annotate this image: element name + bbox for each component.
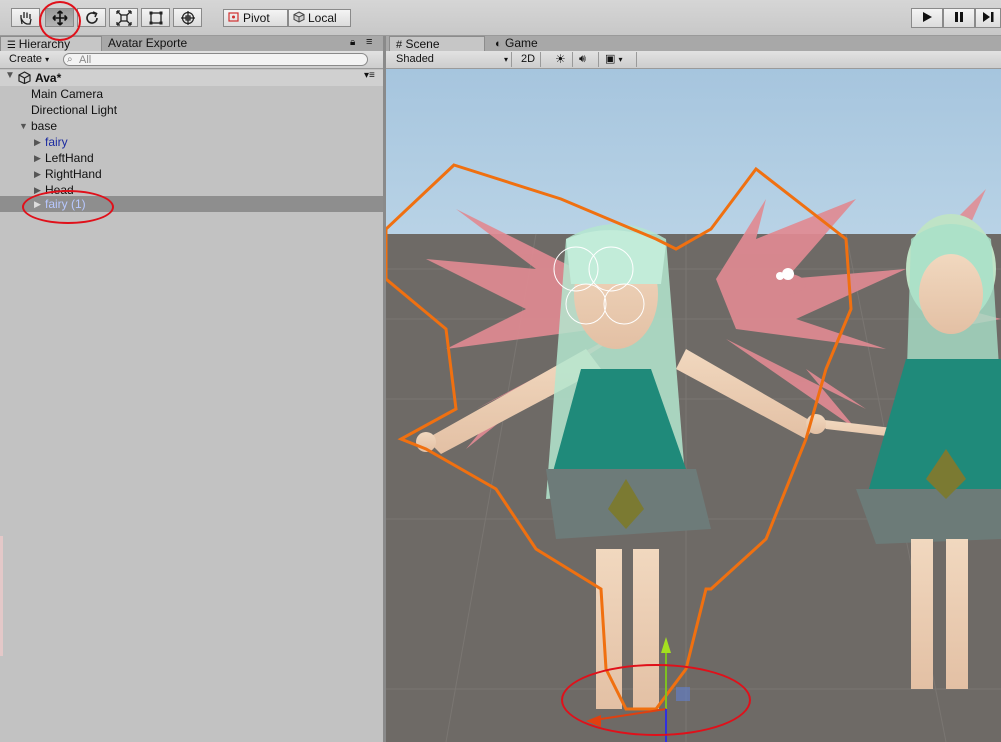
tab-scene[interactable]: # Scene xyxy=(389,36,485,51)
list-item-label: RightHand xyxy=(45,167,102,181)
collapse-triangle-icon[interactable]: ▶ xyxy=(34,150,41,166)
list-item-main-camera[interactable]: Main Camera xyxy=(0,86,383,102)
chevron-down-icon: ▾ xyxy=(618,55,623,64)
search-icon: ⌕ xyxy=(67,54,73,65)
local-toggle[interactable]: Local xyxy=(288,9,351,27)
list-item-label: Head xyxy=(45,183,74,194)
scene-panel: # Scene ◐ Game Shaded ▾ 2D ☀ 🔊︎ ▣ ▾ xyxy=(386,36,1001,742)
list-item-lefthand[interactable]: ▶ LeftHand xyxy=(0,150,383,166)
scene-menu-icon[interactable]: ▾≡ xyxy=(364,70,375,81)
rect-icon xyxy=(148,10,164,26)
scene-tabbar: # Scene ◐ Game xyxy=(386,36,1001,51)
search-placeholder: All xyxy=(79,54,92,66)
local-icon xyxy=(293,10,305,26)
list-icon: ☰ xyxy=(7,40,19,51)
list-item-fairy[interactable]: ▶ fairy xyxy=(0,134,383,150)
hierarchy-search-input[interactable]: ⌕ All xyxy=(63,53,368,66)
pivot-label: Pivot xyxy=(243,11,270,25)
list-item-label: Main Camera xyxy=(31,87,104,101)
hierarchy-controls: Create ▾ ⌕ All xyxy=(0,51,383,69)
rect-tool-button[interactable] xyxy=(141,8,170,27)
move-tool-button[interactable] xyxy=(45,8,74,27)
transform-tool-button[interactable] xyxy=(173,8,202,27)
mode-2d-label: 2D xyxy=(521,53,536,65)
list-item-label: fairy xyxy=(45,135,68,149)
hand-tool-button[interactable] xyxy=(11,8,40,27)
list-item-base[interactable]: ▼ base xyxy=(0,118,383,134)
rotate-tool-button[interactable] xyxy=(77,8,106,27)
list-item-righthand[interactable]: ▶ RightHand xyxy=(0,166,383,182)
shading-mode-dropdown[interactable]: Shaded ▾ xyxy=(392,52,512,67)
unity-logo-icon xyxy=(18,71,31,87)
image-icon: ▣ xyxy=(605,53,616,65)
hierarchy-tabbar: ☰ Hierarchy Avatar Exporte 🔒︎ ≡ xyxy=(0,36,383,51)
pause-icon xyxy=(953,11,965,26)
collapse-triangle-icon[interactable]: ▶ xyxy=(34,196,41,212)
tab-hierarchy-label: Hierarchy xyxy=(18,37,71,51)
list-item-label: fairy (1) xyxy=(45,197,86,211)
shading-mode-value: Shaded xyxy=(396,53,434,65)
local-label: Local xyxy=(308,11,337,25)
audio-toggle[interactable]: 🔊︎ xyxy=(575,52,599,67)
mode-2d-button[interactable]: 2D xyxy=(517,52,541,67)
collapse-triangle-icon[interactable]: ▶ xyxy=(34,166,41,182)
main-toolbar: Pivot Local xyxy=(0,0,1001,36)
tab-hierarchy[interactable]: ☰ Hierarchy xyxy=(0,36,102,51)
play-button[interactable] xyxy=(911,8,943,28)
scene-root-row[interactable]: ▼ Ava* ▾≡ xyxy=(0,70,383,86)
tab-game[interactable]: ◐ Game xyxy=(489,36,585,51)
list-item-fairy-1[interactable]: ▶ fairy (1) xyxy=(0,196,383,212)
hierarchy-panel: ☰ Hierarchy Avatar Exporte 🔒︎ ≡ Create ▾… xyxy=(0,36,383,742)
scene-controls: Shaded ▾ 2D ☀ 🔊︎ ▣ ▾ xyxy=(386,51,1001,69)
scene-name: Ava* xyxy=(35,71,62,85)
create-dropdown[interactable]: Create ▾ xyxy=(6,53,52,67)
pivot-icon xyxy=(228,11,240,25)
scene-viewport[interactable] xyxy=(386,69,1001,742)
tab-avatar-exporter[interactable]: Avatar Exporte xyxy=(102,36,222,51)
step-button[interactable] xyxy=(975,8,1001,28)
expand-triangle-icon[interactable]: ▼ xyxy=(19,118,28,134)
scene-render[interactable] xyxy=(386,69,1001,742)
move-icon xyxy=(51,9,68,26)
tab-avatar-exporter-label: Avatar Exporte xyxy=(108,36,188,50)
sun-icon: ☀ xyxy=(555,52,566,66)
list-item-label: LeftHand xyxy=(45,151,94,165)
rotate-icon xyxy=(84,10,100,26)
grid-icon: # xyxy=(396,39,403,51)
step-icon xyxy=(982,11,994,26)
list-item-label: base xyxy=(31,119,58,133)
list-item-head[interactable]: ▶ Head xyxy=(0,182,383,194)
lock-icon[interactable]: 🔒︎ xyxy=(350,37,355,48)
panel-edge xyxy=(0,536,3,656)
create-label: Create xyxy=(9,53,43,65)
pacman-icon: ◐ xyxy=(495,38,502,50)
pivot-toggle[interactable]: Pivot xyxy=(223,9,288,27)
chevron-down-icon: ▾ xyxy=(45,55,50,64)
collapse-triangle-icon[interactable]: ▶ xyxy=(34,134,41,150)
speaker-icon: 🔊︎ xyxy=(579,53,586,65)
effects-dropdown[interactable]: ▣ ▾ xyxy=(601,52,637,67)
lighting-toggle[interactable]: ☀ xyxy=(551,52,573,67)
hand-icon xyxy=(18,11,34,25)
transform-icon xyxy=(180,10,196,26)
chevron-down-icon: ▾ xyxy=(503,55,508,64)
scale-tool-button[interactable] xyxy=(109,8,138,27)
scale-icon xyxy=(115,9,132,26)
tab-game-label: Game xyxy=(505,36,538,50)
expand-triangle-icon[interactable]: ▼ xyxy=(5,70,15,81)
pause-button[interactable] xyxy=(943,8,975,28)
list-item-label: Directional Light xyxy=(31,103,118,117)
list-item-directional-light[interactable]: Directional Light xyxy=(0,102,383,118)
tab-scene-label: Scene xyxy=(405,37,440,51)
panel-menu-icon[interactable]: ≡ xyxy=(366,36,372,48)
collapse-triangle-icon[interactable]: ▶ xyxy=(34,182,41,194)
play-icon xyxy=(921,11,933,26)
